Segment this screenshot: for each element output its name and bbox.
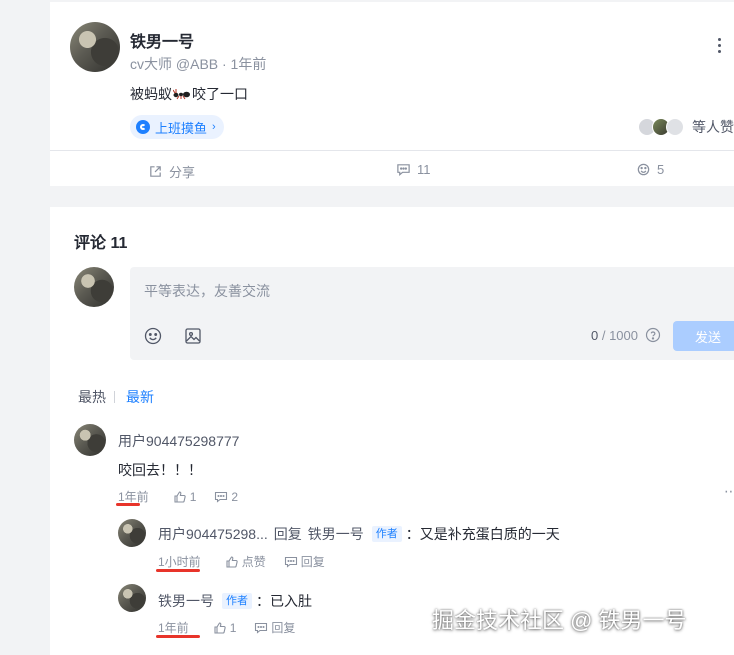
share-icon	[150, 166, 161, 177]
comment-text: 咬回去！！！	[118, 462, 202, 478]
char-counter: 0 / 1000	[591, 328, 638, 343]
reply-meta: 1小时前 点赞 回复	[158, 553, 325, 570]
sort-separator	[114, 391, 115, 403]
reply-reply-button[interactable]: 回复	[284, 553, 325, 570]
comment-icon	[397, 164, 410, 176]
reply-header: 铁男一号 作者 ：已入肚	[158, 591, 312, 611]
annotation-underline	[116, 503, 140, 506]
reply-text: ：又是补充蛋白质的一天	[405, 526, 560, 542]
reply-icon	[255, 622, 268, 634]
char-count-max: / 1000	[598, 328, 638, 343]
comment-like-button[interactable]: 1	[173, 489, 197, 504]
topic-icon	[136, 120, 150, 134]
author-badge: 作者	[371, 526, 402, 542]
like-button[interactable]: 5	[636, 162, 664, 177]
share-button[interactable]: 分享	[148, 162, 195, 181]
comment-input[interactable]: 平等表达，友善交流	[144, 281, 270, 301]
likers-summary[interactable]: 等人赞	[638, 117, 734, 137]
comment-reply-button[interactable]: 2	[214, 490, 238, 504]
thumb-up-icon	[226, 555, 238, 568]
thumb-up-icon	[174, 490, 186, 503]
topic-tag[interactable]: 上班摸鱼 ›	[130, 115, 224, 139]
reply-like-button[interactable]: 点赞	[225, 553, 266, 570]
sort-latest-tab[interactable]: 最新	[126, 387, 154, 407]
post-content: 被蚂蚁 咬了一口	[130, 84, 248, 104]
comment-avatar[interactable]	[74, 424, 106, 456]
reply-like-label: 点赞	[241, 555, 266, 569]
post-content-text-after: 咬了一口	[192, 86, 248, 102]
post-content-text-before: 被蚂蚁	[130, 86, 172, 102]
author-badge: 作者	[222, 593, 252, 609]
reply-reply-label: 回复	[300, 555, 325, 569]
liker-avatar	[666, 118, 684, 136]
post-author-name[interactable]: 铁男一号	[130, 28, 194, 52]
reply-user-name[interactable]: 铁男一号	[158, 591, 214, 611]
thumb-up-icon	[214, 621, 226, 634]
topic-tag-label: 上班摸鱼	[155, 120, 208, 136]
send-button[interactable]: 发送	[673, 321, 734, 351]
chevron-right-icon: ›	[212, 121, 216, 133]
like-count: 5	[657, 162, 665, 177]
share-label: 分享	[169, 165, 196, 180]
comments-title: 评论 11	[74, 235, 128, 252]
comment-button[interactable]: 11	[396, 162, 431, 177]
ant-emoji-icon	[173, 89, 190, 100]
image-icon[interactable]	[183, 326, 203, 346]
reply-header: 用户904475298... 回复 铁男一号 作者 ：又是补充蛋白质的一天	[158, 524, 560, 544]
comment-user-name[interactable]: 用户904475298777	[118, 431, 239, 451]
comment-more-icon[interactable]: ⋯	[724, 483, 734, 500]
reply-user-name[interactable]: 用户904475298...	[158, 524, 268, 544]
annotation-underline	[156, 635, 200, 638]
current-user-avatar	[74, 267, 114, 307]
annotation-underline	[156, 569, 200, 572]
watermark: 掘金技术社区 @ 铁男一号	[432, 608, 687, 633]
author-avatar[interactable]	[70, 22, 120, 72]
reply-avatar[interactable]	[118, 584, 146, 612]
reply-time: 1小时前	[158, 555, 201, 569]
sort-hot-tab[interactable]: 最热	[78, 387, 106, 407]
reply-text: ：已入肚	[256, 593, 312, 609]
emoji-icon[interactable]	[143, 326, 163, 346]
comment-editor[interactable]: 平等表达，友善交流 0 / 1000 发送	[130, 267, 734, 360]
reply-like-button[interactable]: 1	[213, 620, 237, 635]
reply-like-count: 1	[229, 620, 237, 635]
comments-card: 评论 11 平等表达，友善交流 0 / 1000 发送 最热 最新 用户9044…	[50, 207, 734, 655]
reply-icon	[215, 491, 228, 503]
comment-like-count: 1	[189, 489, 197, 504]
likers-text: 等人赞	[692, 119, 734, 135]
reply-icon	[284, 556, 297, 568]
comment-reply-count: 2	[231, 489, 239, 504]
like-icon	[637, 163, 650, 176]
post-meta: cv大师 @ABB · 1年前	[130, 56, 267, 72]
more-options-icon[interactable]	[718, 38, 724, 53]
reply-avatar[interactable]	[118, 519, 146, 547]
reply-time: 1年前	[158, 621, 189, 635]
reply-target-name[interactable]: 铁男一号	[308, 524, 364, 544]
reply-word: 回复	[273, 526, 302, 542]
help-icon[interactable]	[645, 327, 661, 343]
reply-meta: 1年前 1 回复	[158, 619, 295, 636]
post-card: 铁男一号 cv大师 @ABB · 1年前 被蚂蚁 咬了一口 上班摸鱼 › 等人赞 …	[50, 2, 734, 186]
reply-reply-button[interactable]: 回复	[254, 619, 295, 636]
reply-reply-label: 回复	[271, 621, 296, 635]
post-divider	[50, 150, 734, 151]
comment-count: 11	[417, 162, 431, 177]
